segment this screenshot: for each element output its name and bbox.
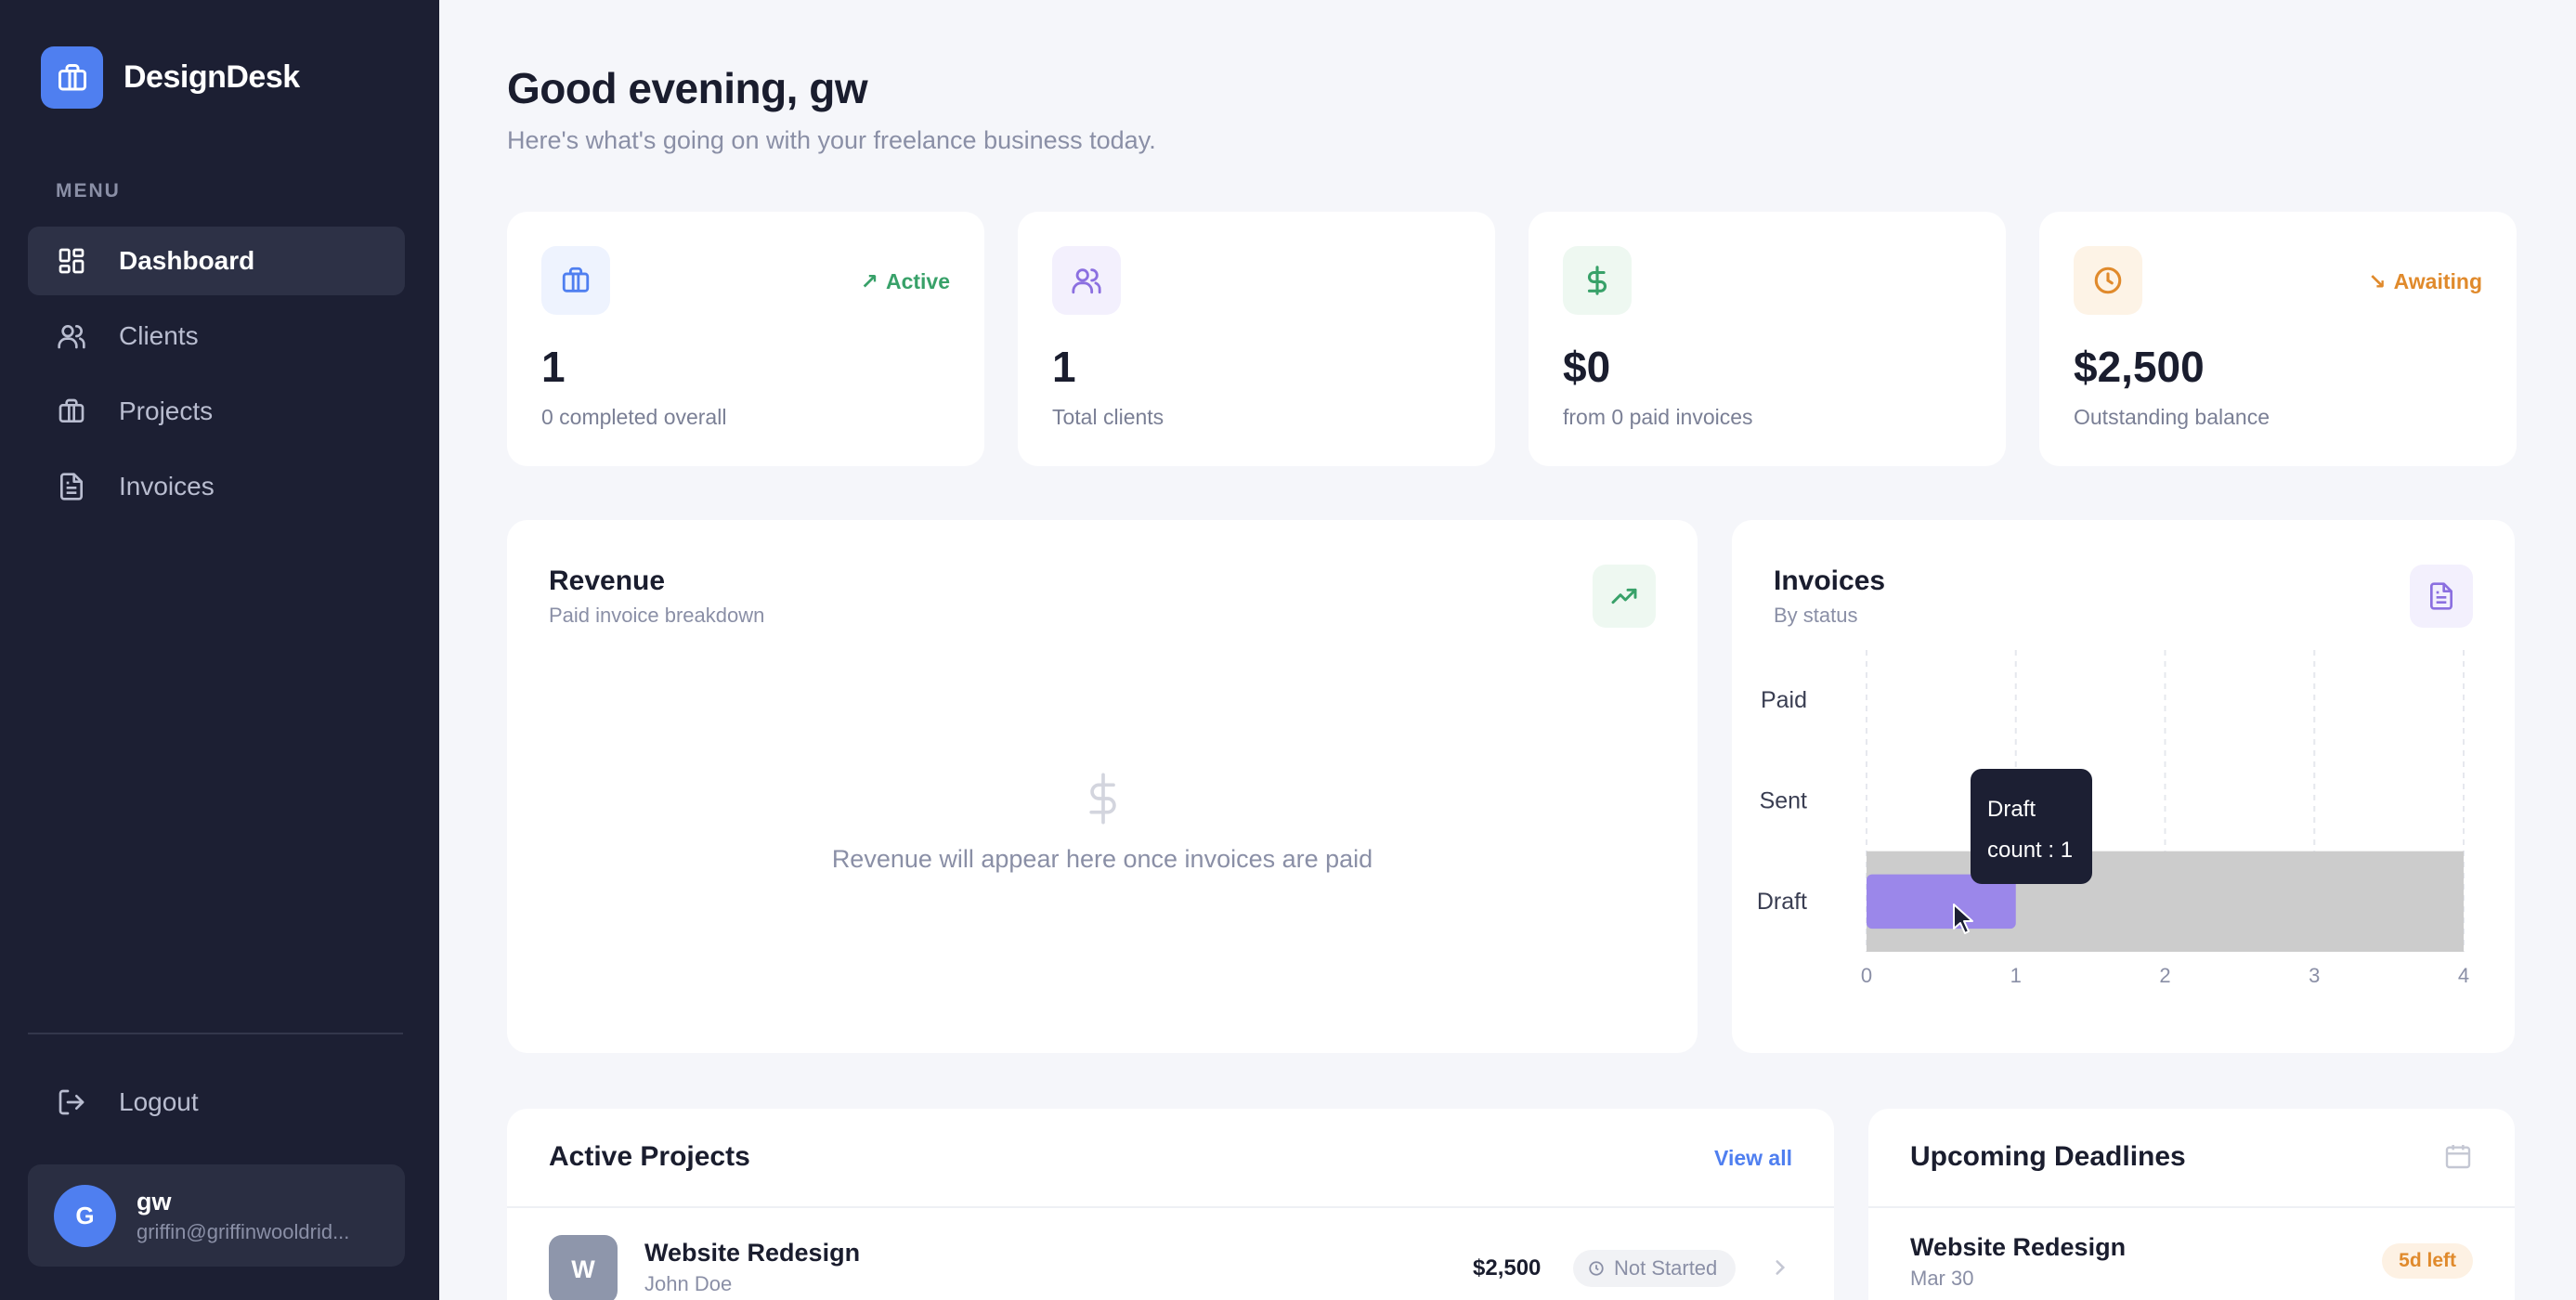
deadline-name: Website Redesign xyxy=(1910,1233,2127,1261)
deadline-date: Mar 30 xyxy=(1910,1267,1974,1290)
divider xyxy=(1868,1206,2515,1208)
tooltip-label: Draft xyxy=(1987,797,2036,822)
project-avatar: W xyxy=(549,1235,618,1300)
tooltip-value: count : 1 xyxy=(1987,838,2074,863)
y-tick-label: Paid xyxy=(1761,687,1807,713)
x-tick-label: 2 xyxy=(2159,964,2170,987)
project-name: Website Redesign xyxy=(644,1239,861,1267)
days-left-badge: 5d left xyxy=(2382,1243,2473,1279)
view-all-link[interactable]: View all xyxy=(1714,1146,1792,1171)
chart-tooltip: Draft count : 1 xyxy=(1971,769,2092,884)
active-projects-panel: Active Projects View all W Website Redes… xyxy=(507,1109,1834,1300)
active-projects-title: Active Projects xyxy=(549,1141,750,1172)
clock-icon xyxy=(1588,1260,1605,1277)
deadlines-title: Upcoming Deadlines xyxy=(1910,1141,2186,1172)
calendar-icon xyxy=(2443,1140,2473,1176)
project-client: John Doe xyxy=(644,1272,733,1295)
project-amount: $2,500 xyxy=(1473,1255,1542,1280)
y-tick-label: Sent xyxy=(1760,788,1807,814)
x-tick-label: 0 xyxy=(1861,964,1872,987)
x-tick-label: 1 xyxy=(2010,964,2022,987)
x-tick-label: 4 xyxy=(2458,964,2469,987)
invoice-status-chart: 0 1 2 3 4 Paid Sent Draft xyxy=(1757,650,2469,987)
status-badge: Not Started xyxy=(1573,1250,1737,1287)
deadlines-panel: Upcoming Deadlines Website Redesign Mar … xyxy=(1868,1109,2515,1300)
y-tick-label: Draft xyxy=(1757,889,1807,915)
x-tick-label: 3 xyxy=(2309,964,2320,987)
chevron-right-icon[interactable] xyxy=(1768,1254,1792,1286)
cursor-icon xyxy=(1953,904,1973,934)
divider xyxy=(507,1206,1834,1208)
